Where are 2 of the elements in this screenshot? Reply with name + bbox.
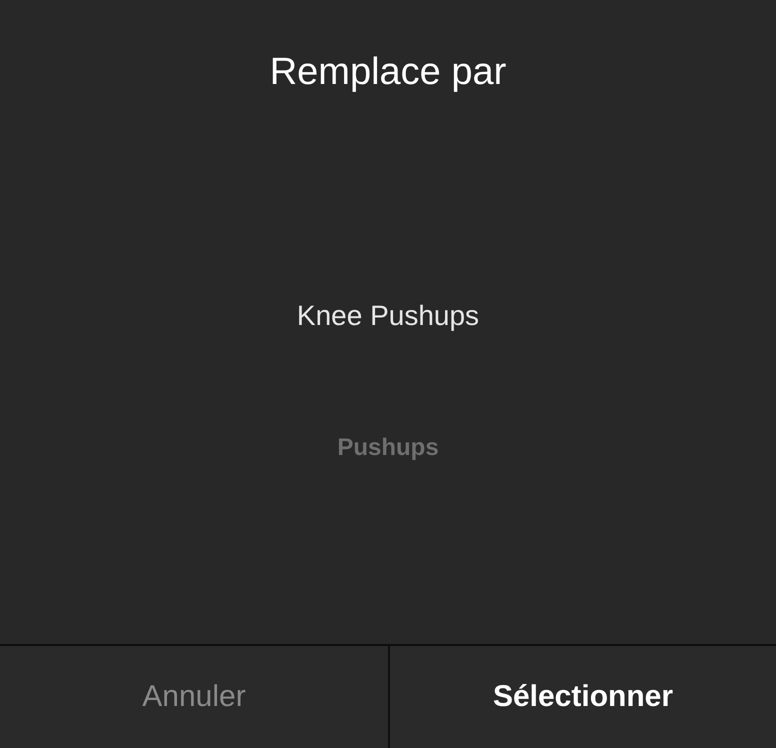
picker-option[interactable]: Knee Pushups [296, 300, 480, 332]
dialog-title: Remplace par [270, 50, 506, 95]
